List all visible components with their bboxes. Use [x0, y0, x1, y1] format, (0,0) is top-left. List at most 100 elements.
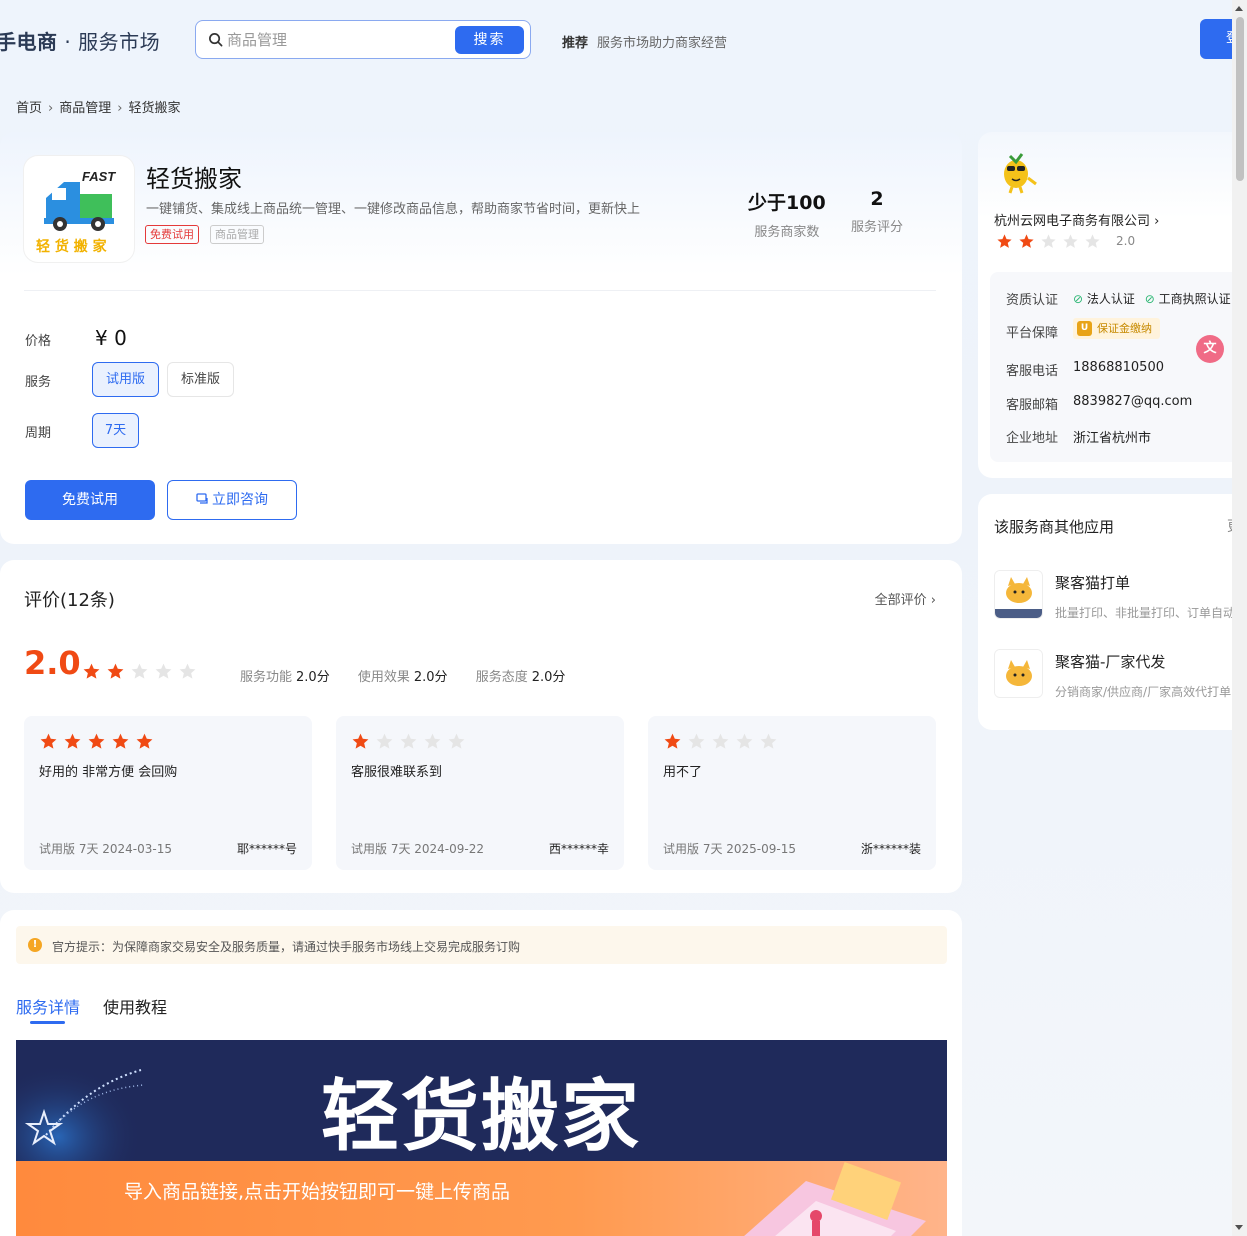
tag-category[interactable]: 商品管理	[210, 225, 264, 244]
period-label: 周期	[25, 426, 52, 441]
service-option-trial[interactable]: 试用版	[92, 362, 159, 397]
brand-title[interactable]: 手电商 · 服务市场	[0, 26, 160, 55]
product-logo: FAST 轻 货 搬 家	[24, 156, 134, 262]
star-empty-icon	[424, 733, 441, 749]
tab-service-detail[interactable]: 服务详情	[16, 994, 80, 1018]
review-stars	[351, 732, 466, 751]
review-card: 客服很难联系到 试用版 7天 2024-09-22 西******幸	[336, 716, 624, 870]
divider	[24, 290, 936, 291]
guarantee-label: 平台保障	[1006, 326, 1059, 341]
recommend-link[interactable]: 服务市场助力商家经营	[597, 32, 727, 51]
scroll-thumb[interactable]	[1236, 17, 1244, 181]
star-empty-icon	[736, 733, 753, 749]
vendor-info-box: 资质认证 ⊘ 法人认证 ⊘ 工商执照认证 平台保障 U 保证金缴纳 客服电话 18…	[990, 272, 1247, 462]
review-user: 西******幸	[548, 842, 609, 856]
shield-icon: U	[1077, 321, 1092, 336]
breadcrumb-current: 轻货搬家	[128, 101, 181, 116]
star-filled-icon	[136, 733, 153, 749]
star-filled-icon	[88, 733, 105, 749]
product-title: 轻货搬家	[146, 165, 242, 193]
app-name: 聚客猫打单	[1055, 574, 1131, 592]
stat-score-label: 服务评分	[851, 220, 904, 235]
vendor-name-link[interactable]: 杭州云网电子商务有限公司 ›	[994, 210, 1159, 229]
cert-list: ⊘ 法人认证 ⊘ 工商执照认证	[1073, 290, 1231, 307]
period-option-7days[interactable]: 7天	[92, 413, 139, 448]
sub-score-label: 使用效果	[357, 670, 410, 685]
star-empty-icon	[1063, 234, 1078, 248]
translate-icon[interactable]: 文	[1196, 335, 1224, 363]
stat-score: 2 服务评分	[851, 188, 903, 235]
truck-icon: FAST 轻 货 搬 家	[36, 169, 116, 255]
search-button[interactable]: 搜索	[455, 26, 524, 54]
brand-sub: · 服务市场	[57, 30, 161, 54]
tag-free-trial: 免费试用	[145, 225, 199, 244]
other-apps-card: 该服务商其他应用 更 聚客猫打单 批量打印、非批量打印、订单自动 聚客猫-厂家代…	[978, 494, 1247, 730]
star-filled-icon	[83, 663, 100, 679]
sub-scores: 服务功能 2.0分 使用效果 2.0分 服务态度 2.0分	[240, 666, 589, 685]
tab-tutorial[interactable]: 使用教程	[103, 994, 167, 1018]
check-circle-icon: ⊘	[1073, 292, 1084, 306]
vendor-rating: 2.0	[1116, 234, 1136, 248]
reviews-card: 评价(12条) 全部评价 › 2.0 服务功能 2.0分 使用效果 2.0分 服务态…	[0, 560, 962, 893]
vendor-avatar[interactable]	[994, 148, 1040, 194]
service-option-standard[interactable]: 标准版	[167, 362, 234, 397]
cat-app-icon	[994, 649, 1043, 698]
product-card: FAST 轻 货 搬 家 轻货搬家 一键铺货、集成线上商品统一管理、一键修改商品…	[0, 132, 962, 544]
consult-button[interactable]: 立即咨询	[167, 480, 297, 520]
app-name: 聚客猫-厂家代发	[1055, 653, 1166, 671]
app-desc: 分销商家/供应商/厂家高效代打单	[1055, 685, 1232, 699]
email-label: 客服邮箱	[1006, 398, 1059, 413]
search-icon	[209, 33, 223, 47]
cert-legal: 法人认证	[1086, 292, 1135, 306]
other-apps-title: 该服务商其他应用	[994, 518, 1115, 536]
price-label: 价格	[25, 334, 52, 349]
cert-business: 工商执照认证	[1158, 292, 1231, 306]
sub-score-label: 服务功能	[240, 670, 293, 685]
breadcrumb-category[interactable]: 商品管理	[59, 101, 111, 116]
phone-value: 18868810500	[1073, 360, 1164, 375]
vendor-stars	[996, 233, 1101, 250]
star-filled-icon	[352, 733, 369, 749]
review-meta: 试用版 7天 2025-09-15	[663, 842, 797, 856]
star-filled-icon	[107, 663, 124, 679]
star-filled-icon	[40, 733, 57, 749]
page-scrollbar[interactable]	[1232, 0, 1247, 1236]
app-item[interactable]: 聚客猫-厂家代发 分销商家/供应商/厂家高效代打单	[994, 649, 1247, 701]
review-user: 浙******装	[860, 842, 921, 856]
notice-text: 官方提示：为保障商家交易安全及服务质量，请通过快手服务市场线上交易完成服务订购	[52, 940, 521, 954]
address-value: 浙江省杭州市	[1073, 431, 1152, 446]
review-meta: 试用版 7天 2024-03-15	[39, 842, 173, 856]
star-empty-icon	[179, 663, 196, 679]
service-label: 服务	[25, 375, 52, 390]
app-item[interactable]: 聚客猫打单 批量打印、非批量打印、订单自动	[994, 570, 1247, 622]
star-filled-icon	[997, 234, 1012, 248]
recommend-label: 推荐	[562, 36, 589, 51]
detail-card: ! 官方提示：为保障商家交易安全及服务质量，请通过快手服务市场线上交易完成服务订…	[0, 910, 962, 1236]
star-empty-icon	[1085, 234, 1100, 248]
address-label: 企业地址	[1006, 431, 1059, 446]
sub-score-value: 2.0分	[531, 670, 566, 685]
chat-icon	[196, 493, 208, 504]
star-empty-icon	[155, 663, 172, 679]
official-notice: ! 官方提示：为保障商家交易安全及服务质量，请通过快手服务市场线上交易完成服务订…	[16, 926, 947, 964]
chevron-right-icon: ›	[1154, 214, 1160, 229]
check-circle-icon: ⊘	[1144, 292, 1155, 306]
scroll-up-arrow-icon[interactable]	[1235, 6, 1243, 11]
sub-score-label: 服务态度	[475, 670, 528, 685]
banner-bottom: 导入商品链接,点击开始按钮即可一键上传商品	[16, 1161, 947, 1236]
vendor-name: 杭州云网电子商务有限公司	[994, 214, 1151, 229]
product-description: 一键铺货、集成线上商品统一管理、一键修改商品信息，帮助商家节省时间，更新快上	[146, 202, 641, 217]
star-empty-icon	[448, 733, 465, 749]
free-trial-button[interactable]: 免费试用	[25, 480, 155, 520]
phone-label: 客服电话	[1006, 364, 1059, 379]
star-filled-icon	[664, 733, 681, 749]
star-filled-icon	[112, 733, 129, 749]
guarantee-badge: U 保证金缴纳	[1073, 318, 1160, 339]
scroll-down-arrow-icon[interactable]	[1235, 1225, 1243, 1230]
price-value: ¥ 0	[95, 326, 127, 350]
search-input[interactable]	[227, 29, 447, 51]
breadcrumb-home[interactable]: 首页	[16, 101, 42, 116]
all-reviews-link[interactable]: 全部评价 ›	[875, 589, 936, 608]
logo-caption: 轻 货 搬 家	[36, 238, 108, 255]
consult-button-label: 立即咨询	[212, 492, 268, 508]
